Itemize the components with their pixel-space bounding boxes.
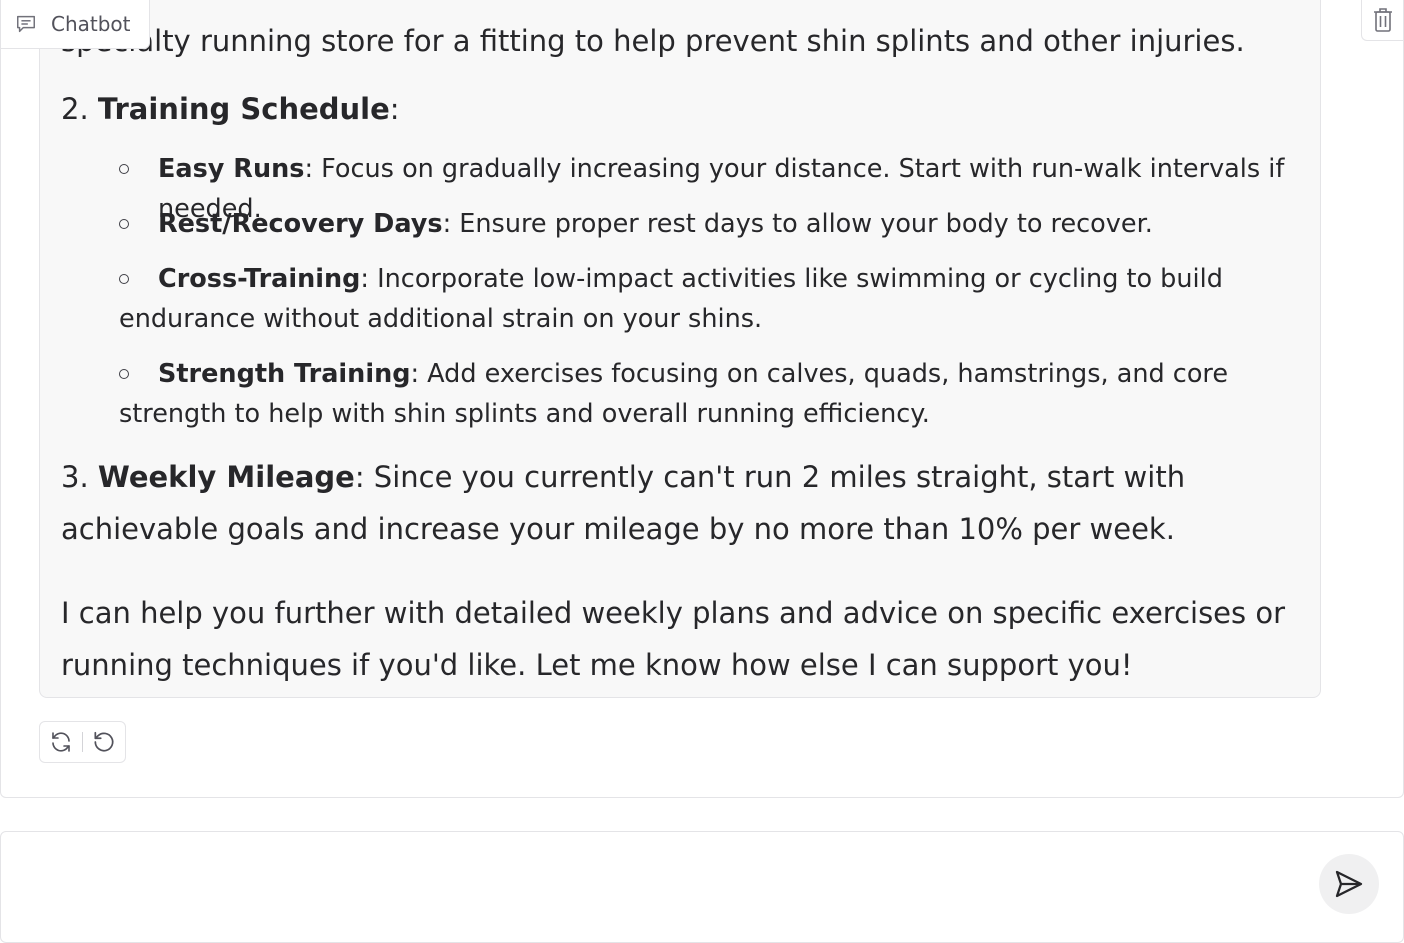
section-heading-training-schedule: 2. Training Schedule:	[61, 89, 400, 129]
trash-icon	[1373, 7, 1392, 32]
refresh-icon	[52, 732, 70, 752]
list-item: Strength Training: Add exercises focusin…	[119, 354, 1299, 434]
list-item-title: Strength Training	[158, 359, 411, 389]
clear-chat-button[interactable]	[1361, 0, 1403, 41]
circle-bullet-icon	[119, 369, 129, 379]
undo-icon	[94, 731, 114, 752]
list-item-title: Easy Runs	[158, 154, 305, 184]
chatbot-label: Chatbot	[1, 0, 150, 49]
undo-button[interactable]	[83, 722, 125, 762]
list-item-title: Cross-Training	[158, 264, 361, 294]
message-input-panel	[0, 831, 1404, 943]
message-input[interactable]	[21, 848, 1295, 912]
chatbot-panel: Chatbot specialty running store for a fi…	[0, 0, 1404, 798]
retry-button[interactable]	[40, 722, 82, 762]
circle-bullet-icon	[119, 164, 129, 174]
send-button[interactable]	[1319, 854, 1379, 914]
section-number: 3.	[61, 460, 89, 494]
chat-bubble-icon	[17, 15, 35, 32]
list-item-text: : Ensure proper rest days to allow your …	[442, 209, 1153, 239]
chatbot-label-text: Chatbot	[51, 11, 131, 36]
message-actions	[39, 721, 126, 763]
section-number: 2.	[61, 92, 89, 126]
section-title: Training Schedule	[97, 92, 390, 126]
message-text-cut: specialty running store for a fitting to…	[61, 24, 1245, 58]
closing-paragraph: I can help you further with detailed wee…	[61, 596, 1286, 682]
list-item: Rest/Recovery Days: Ensure proper rest d…	[119, 204, 1299, 244]
list-item: Cross-Training: Incorporate low-impact a…	[119, 259, 1299, 339]
list-item-title: Rest/Recovery Days	[158, 209, 443, 239]
section-weekly-mileage: 3. Weekly Mileage: Since you currently c…	[61, 451, 1301, 555]
circle-bullet-icon	[119, 274, 129, 284]
send-icon	[1335, 870, 1363, 898]
circle-bullet-icon	[119, 219, 129, 229]
section-title: Weekly Mileage	[97, 460, 355, 494]
section-suffix: :	[389, 92, 400, 126]
